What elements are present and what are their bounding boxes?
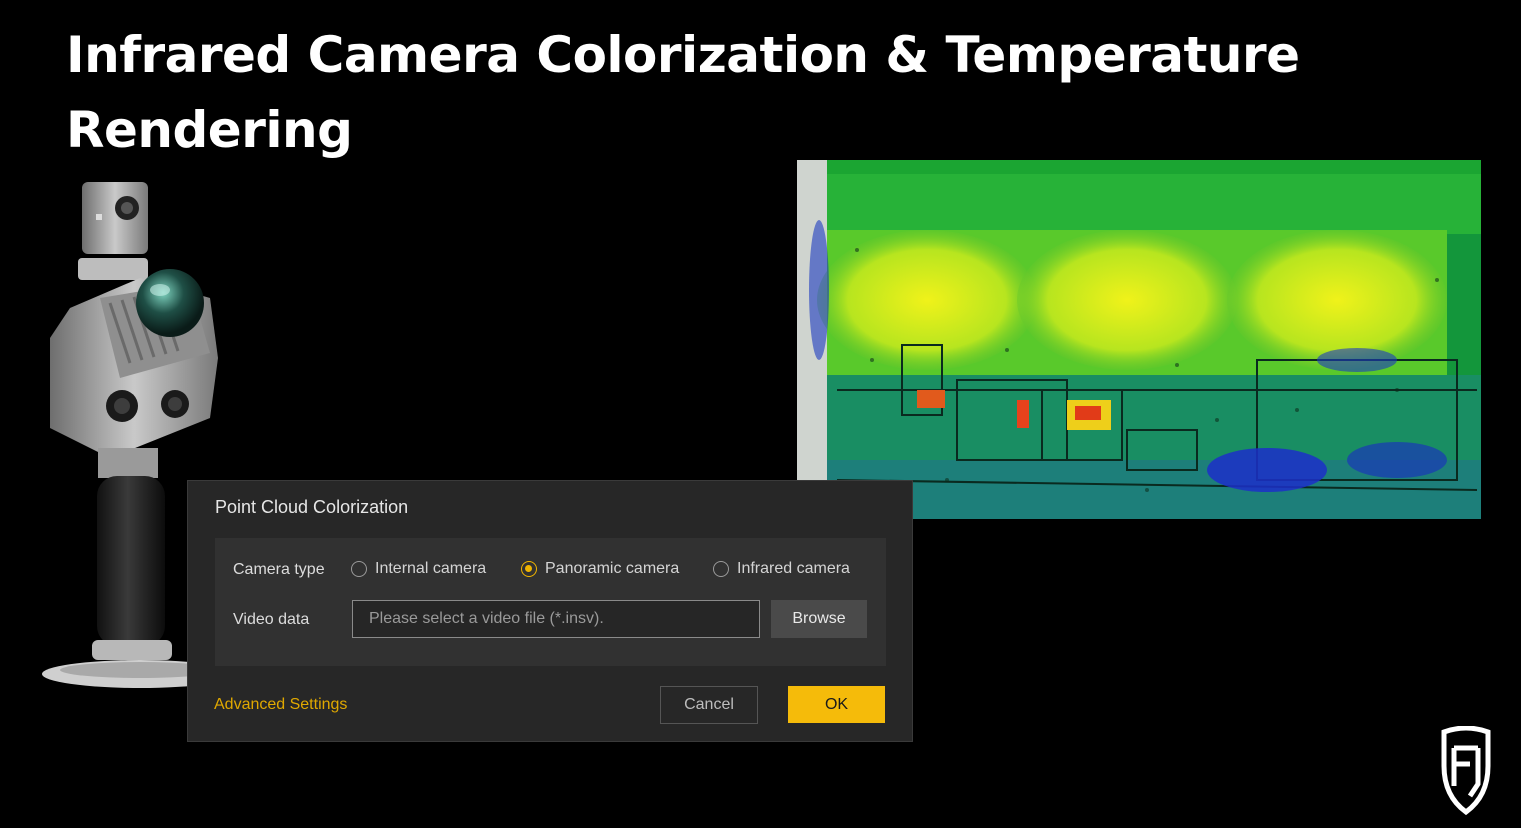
slide-title-line1: Infrared Camera Colorization & Temperatu… — [66, 26, 1300, 84]
radio-checked-icon — [521, 561, 537, 577]
point-cloud-colorization-dialog: Point Cloud Colorization Camera type Int… — [187, 480, 913, 742]
thermal-point-cloud-image — [797, 160, 1481, 519]
radio-panoramic-camera[interactable]: Panoramic camera — [521, 560, 679, 578]
advanced-settings-link[interactable]: Advanced Settings — [214, 696, 347, 714]
slide-title-line2: Rendering — [66, 101, 353, 159]
radio-infrared-camera-label: Infrared camera — [737, 560, 850, 577]
radio-unchecked-icon — [713, 561, 729, 577]
camera-type-label: Camera type — [233, 561, 325, 578]
video-file-input[interactable]: Please select a video file (*.insv). — [352, 600, 760, 638]
radio-unchecked-icon — [351, 561, 367, 577]
shield-logo-icon — [1440, 725, 1492, 816]
radio-internal-camera-label: Internal camera — [375, 560, 487, 577]
slide-title: Infrared Camera Colorization & Temperatu… — [66, 18, 1326, 168]
cancel-button[interactable]: Cancel — [660, 686, 758, 724]
radio-internal-camera[interactable]: Internal camera — [351, 560, 486, 578]
radio-panoramic-camera-label: Panoramic camera — [545, 560, 680, 577]
radio-infrared-camera[interactable]: Infrared camera — [713, 560, 850, 578]
dialog-title: Point Cloud Colorization — [215, 497, 409, 517]
ok-button[interactable]: OK — [788, 686, 885, 723]
dialog-settings-panel: Camera type Internal camera Panoramic ca… — [215, 538, 886, 666]
video-data-label: Video data — [233, 611, 310, 628]
browse-button[interactable]: Browse — [771, 600, 867, 638]
